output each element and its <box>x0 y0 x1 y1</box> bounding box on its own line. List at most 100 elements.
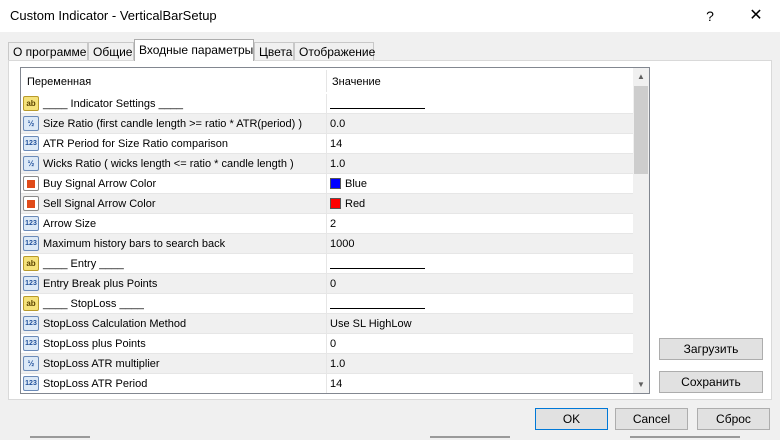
scroll-down-arrow-icon[interactable]: ▼ <box>633 376 649 393</box>
parameter-value-text: 0 <box>330 278 337 290</box>
column-divider <box>326 354 327 373</box>
parameter-value[interactable]: 1.0 <box>330 154 345 174</box>
color-dot <box>27 180 35 188</box>
parameter-value[interactable]: Use SL HighLow <box>330 314 412 334</box>
color-icon <box>23 176 39 191</box>
number-icon: 123 <box>23 136 39 151</box>
parameter-value[interactable] <box>330 94 425 116</box>
save-button[interactable]: Сохранить <box>659 371 763 393</box>
color-dot <box>27 200 35 208</box>
header-divider <box>326 70 327 92</box>
parameter-value[interactable]: 0 <box>330 334 336 354</box>
help-button[interactable]: ? <box>692 4 728 28</box>
parameter-name: Maximum history bars to search back <box>43 238 226 250</box>
header-value[interactable]: Значение <box>332 68 381 94</box>
parameter-value-text: 1.0 <box>330 158 346 170</box>
close-button[interactable]: ✕ <box>738 4 774 28</box>
parameter-value[interactable]: 1.0 <box>330 354 345 374</box>
strip-mark <box>430 436 510 438</box>
ab-icon: ab <box>23 296 39 311</box>
parameter-value-text: Red <box>345 198 366 210</box>
parameter-row[interactable]: 123 StopLoss Calculation Method Use SL Hig… <box>21 314 633 334</box>
background-strip <box>0 433 780 440</box>
parameter-value[interactable]: Blue <box>330 174 367 194</box>
separator-value <box>330 294 425 309</box>
tab-visualization[interactable]: Отображение <box>294 42 375 60</box>
cancel-button[interactable]: Cancel <box>615 408 688 430</box>
parameter-row[interactable]: ab ____ Indicator Settings ____ <box>21 94 633 114</box>
parameter-value-text: 1.0 <box>330 358 346 370</box>
tab-about[interactable]: О программе <box>8 42 88 60</box>
parameter-row[interactable]: 123 Arrow Size 2 <box>21 214 633 234</box>
parameter-value[interactable]: Red <box>330 194 365 214</box>
column-divider <box>326 134 327 153</box>
parameter-value[interactable]: 0.0 <box>330 114 345 134</box>
separator-value <box>330 254 425 269</box>
parameter-value-text: Use SL HighLow <box>330 318 412 330</box>
tab-common[interactable]: Общие <box>88 42 134 60</box>
parameter-value[interactable]: 2 <box>330 214 336 234</box>
parameter-row[interactable]: ½ Size Ratio (first candle length >= rati… <box>21 114 633 134</box>
color-icon <box>23 196 39 211</box>
parameter-value[interactable]: 14 <box>330 134 342 154</box>
parameter-value[interactable]: 1000 <box>330 234 354 254</box>
vertical-scrollbar[interactable]: ▲ ▼ <box>633 68 649 393</box>
parameter-row[interactable]: ½ Wicks Ratio ( wicks length <= ratio * c… <box>21 154 633 174</box>
column-divider <box>326 274 327 293</box>
parameter-name: StopLoss Calculation Method <box>43 318 187 330</box>
column-divider <box>326 154 327 173</box>
column-divider <box>326 174 327 193</box>
column-divider <box>326 234 327 253</box>
header-variable[interactable]: Переменная <box>27 68 91 94</box>
scroll-up-arrow-icon[interactable]: ▲ <box>633 68 649 85</box>
parameter-name: ATR Period for Size Ratio comparison <box>43 138 229 150</box>
separator-value <box>330 94 425 109</box>
parameter-row[interactable]: 123 StopLoss plus Points 0 <box>21 334 633 354</box>
parameter-row[interactable]: 123 Maximum history bars to search back 10… <box>21 234 633 254</box>
parameter-name: Size Ratio (first candle length >= ratio… <box>43 118 303 130</box>
parameter-name: ____ Entry ____ <box>43 258 124 270</box>
number-icon: 123 <box>23 336 39 351</box>
ab-icon: ab <box>23 256 39 271</box>
reset-button[interactable]: Сброс <box>697 408 770 430</box>
parameter-name: ____ Indicator Settings ____ <box>43 98 184 110</box>
parameter-value[interactable] <box>330 294 425 316</box>
strip-mark <box>630 436 740 438</box>
color-swatch <box>330 198 341 209</box>
window-title: Custom Indicator - VerticalBarSetup <box>10 8 217 23</box>
parameter-value[interactable]: 0 <box>330 274 336 294</box>
parameter-row[interactable]: 123 Entry Break plus Points 0 <box>21 274 633 294</box>
parameter-name: StopLoss ATR Period <box>43 378 148 390</box>
ab-icon: ab <box>23 96 39 111</box>
parameter-row[interactable]: 123 StopLoss ATR Period 14 <box>21 374 633 393</box>
number-icon: 123 <box>23 216 39 231</box>
number-icon: 123 <box>23 376 39 391</box>
ok-button[interactable]: OK <box>535 408 608 430</box>
parameter-name: Entry Break plus Points <box>43 278 158 290</box>
parameters-grid: Переменная Значение ab ____ Indicator Set… <box>20 67 650 394</box>
scroll-thumb[interactable] <box>634 86 648 174</box>
parameter-value[interactable]: 14 <box>330 374 342 393</box>
fraction-icon: ½ <box>23 356 39 371</box>
number-icon: 123 <box>23 316 39 331</box>
parameter-name: Wicks Ratio ( wicks length <= ratio * ca… <box>43 158 294 170</box>
fraction-icon: ½ <box>23 116 39 131</box>
parameter-row[interactable]: Sell Signal Arrow Color Red <box>21 194 633 214</box>
parameter-value-text: 0 <box>330 338 337 350</box>
parameter-name: Sell Signal Arrow Color <box>43 198 156 210</box>
tab-colors[interactable]: Цвета <box>254 42 294 60</box>
parameter-value-text: 0.0 <box>330 118 346 130</box>
parameter-row[interactable]: 123 ATR Period for Size Ratio comparison 1… <box>21 134 633 154</box>
parameter-row[interactable]: ab ____ Entry ____ <box>21 254 633 274</box>
number-icon: 123 <box>23 236 39 251</box>
tab-inputs[interactable]: Входные параметры <box>134 39 254 61</box>
parameter-value[interactable] <box>330 254 425 276</box>
parameter-name: StopLoss ATR multiplier <box>43 358 160 370</box>
load-button[interactable]: Загрузить <box>659 338 763 360</box>
grid-rows: ab ____ Indicator Settings ____ ½ Size Rati… <box>21 94 633 393</box>
title-bar: Custom Indicator - VerticalBarSetup ? ✕ <box>0 0 780 32</box>
parameter-row[interactable]: ½ StopLoss ATR multiplier 1.0 <box>21 354 633 374</box>
parameter-name: ____ StopLoss ____ <box>43 298 144 310</box>
parameter-row[interactable]: Buy Signal Arrow Color Blue <box>21 174 633 194</box>
parameter-row[interactable]: ab ____ StopLoss ____ <box>21 294 633 314</box>
